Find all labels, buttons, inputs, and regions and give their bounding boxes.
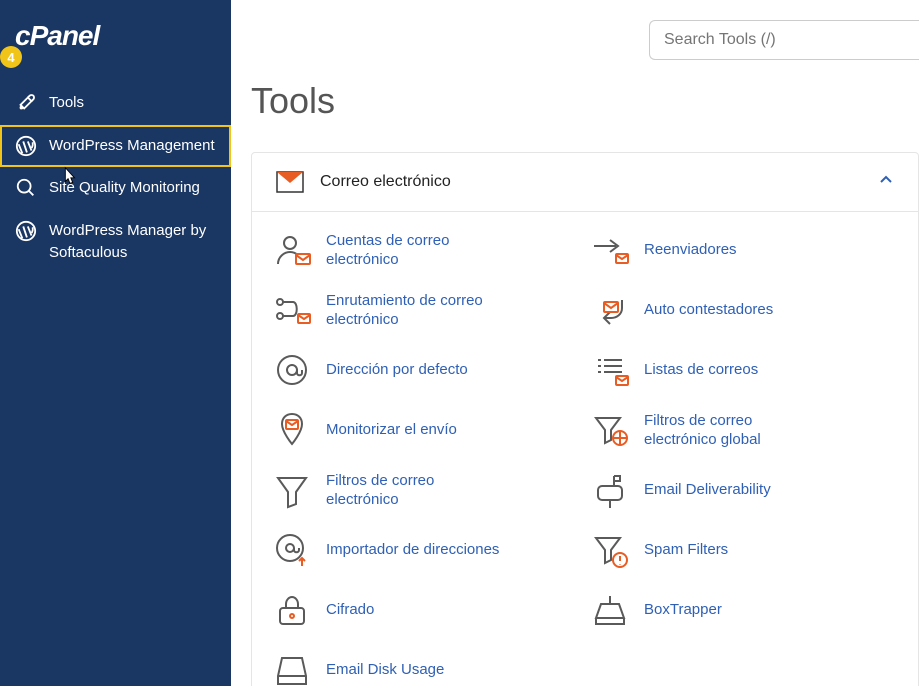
arrow-mail-icon: [590, 230, 630, 270]
funnel-globe-icon: [590, 410, 630, 450]
tool-label: Email Disk Usage: [326, 660, 444, 680]
tools-grid: Cuentas de correo electrónico Reenviador…: [252, 212, 918, 686]
box-trap-icon: [590, 590, 630, 630]
tool-forwarders[interactable]: Reenviadores: [590, 230, 898, 270]
list-mail-icon: [590, 350, 630, 390]
tool-default-address[interactable]: Dirección por defecto: [272, 350, 580, 390]
main-content: Tools Correo electrónico Cuentas de corr…: [231, 0, 919, 686]
logo-text: cPanel: [15, 20, 99, 51]
email-section-card: Correo electrónico Cuentas de correo ele…: [251, 152, 919, 686]
section-title: Correo electrónico: [320, 173, 878, 191]
disk-icon: [272, 650, 312, 686]
tool-autoresponders[interactable]: Auto contestadores: [590, 290, 898, 330]
sidebar-item-label: WordPress Manager by Softaculous: [49, 220, 216, 265]
wrench-icon: [15, 92, 37, 114]
tool-label: Email Deliverability: [644, 480, 771, 500]
tool-global-email-filters[interactable]: Filtros de correo electrónico global: [590, 410, 898, 450]
reply-mail-icon: [590, 290, 630, 330]
search-input[interactable]: [649, 20, 919, 60]
tool-email-disk-usage[interactable]: Email Disk Usage: [272, 650, 580, 686]
cpanel-logo: cPanel: [0, 20, 231, 82]
tool-label: Dirección por defecto: [326, 360, 468, 380]
tool-track-delivery[interactable]: Monitorizar el envío: [272, 410, 580, 450]
tool-boxtrapper[interactable]: BoxTrapper: [590, 590, 898, 630]
wordpress-icon: [15, 220, 37, 242]
tool-label: Auto contestadores: [644, 300, 773, 320]
sidebar-item-site-quality[interactable]: Site Quality Monitoring: [0, 167, 231, 210]
tool-label: Filtros de correo electrónico: [326, 471, 506, 510]
at-icon: [272, 350, 312, 390]
tool-label: Spam Filters: [644, 540, 728, 560]
tool-spam-filters[interactable]: Spam Filters: [590, 530, 898, 570]
mailbox-icon: [590, 470, 630, 510]
sidebar-item-tools[interactable]: Tools 4: [0, 82, 231, 125]
tool-mailing-lists[interactable]: Listas de correos: [590, 350, 898, 390]
tool-label: Filtros de correo electrónico global: [644, 411, 824, 450]
page-title: Tools: [251, 80, 919, 122]
step-badge: 4: [0, 46, 22, 68]
tool-address-importer[interactable]: Importador de direcciones: [272, 530, 580, 570]
magnifier-icon: [15, 177, 37, 199]
routing-icon: [272, 290, 312, 330]
tool-label: Monitorizar el envío: [326, 420, 457, 440]
at-upload-icon: [272, 530, 312, 570]
tool-label: Cifrado: [326, 600, 374, 620]
sidebar-item-label: Tools: [49, 92, 84, 115]
lock-icon: [272, 590, 312, 630]
envelope-icon: [276, 171, 304, 193]
sidebar: cPanel Tools 4 WordPress Management Site…: [0, 0, 231, 686]
section-header[interactable]: Correo electrónico: [252, 153, 918, 212]
sidebar-item-wp-manager-softaculous[interactable]: WordPress Manager by Softaculous: [0, 210, 231, 275]
tool-email-filters[interactable]: Filtros de correo electrónico: [272, 470, 580, 510]
user-mail-icon: [272, 230, 312, 270]
location-mail-icon: [272, 410, 312, 450]
sidebar-item-label: Site Quality Monitoring: [49, 177, 200, 200]
tool-email-accounts[interactable]: Cuentas de correo electrónico: [272, 230, 580, 270]
sidebar-item-label: WordPress Management: [49, 135, 215, 158]
tool-label: Enrutamiento de correo electrónico: [326, 291, 506, 330]
tool-label: Importador de direcciones: [326, 540, 499, 560]
sidebar-item-wordpress-management[interactable]: WordPress Management: [0, 125, 231, 168]
funnel-alert-icon: [590, 530, 630, 570]
tool-label: Reenviadores: [644, 240, 737, 260]
tool-label: Listas de correos: [644, 360, 758, 380]
chevron-up-icon: [878, 172, 894, 193]
tool-email-routing[interactable]: Enrutamiento de correo electrónico: [272, 290, 580, 330]
tool-email-deliverability[interactable]: Email Deliverability: [590, 470, 898, 510]
tool-label: BoxTrapper: [644, 600, 722, 620]
funnel-icon: [272, 470, 312, 510]
tool-encryption[interactable]: Cifrado: [272, 590, 580, 630]
tool-label: Cuentas de correo electrónico: [326, 231, 506, 270]
wordpress-icon: [15, 135, 37, 157]
